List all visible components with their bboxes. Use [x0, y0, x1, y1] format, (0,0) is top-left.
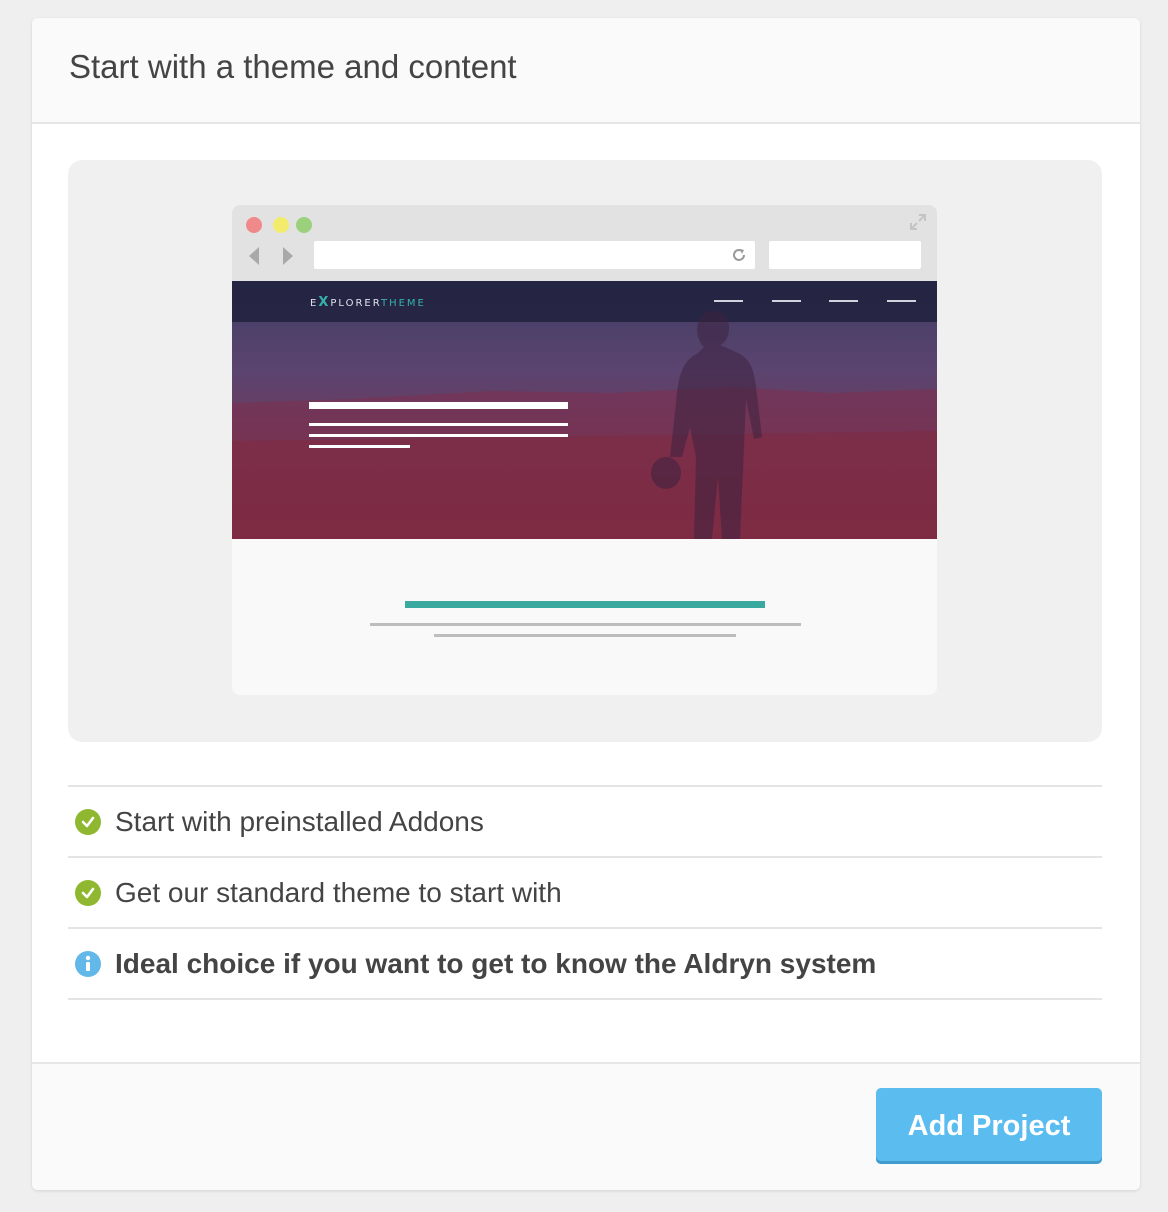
- feature-item: Start with preinstalled Addons: [68, 787, 1102, 858]
- content-text-line: [370, 623, 801, 626]
- browser-mockup: EXPLORERTHEME: [232, 205, 937, 695]
- hero-text-line: [309, 423, 568, 426]
- card-header: Start with a theme and content: [32, 18, 1140, 124]
- forward-arrow-icon: [283, 247, 293, 265]
- theme-card: Start with a theme and content EXPLORERT…: [32, 18, 1140, 1190]
- feature-item: Get our standard theme to start with: [68, 858, 1102, 929]
- site-nav: EXPLORERTHEME: [232, 281, 937, 322]
- url-bar: [314, 241, 755, 269]
- minimize-dot-icon: [273, 217, 289, 233]
- site-content: [232, 539, 937, 695]
- feature-text: Get our standard theme to start with: [115, 876, 562, 908]
- site-nav-item: [887, 300, 916, 302]
- browser-chrome: [232, 205, 937, 281]
- back-arrow-icon: [249, 247, 259, 265]
- close-dot-icon: [246, 217, 262, 233]
- card-body: EXPLORERTHEME Start with preinstalled Ad…: [32, 124, 1140, 1062]
- refresh-icon: [733, 249, 745, 261]
- add-project-button[interactable]: Add Project: [876, 1088, 1102, 1164]
- content-text-line: [434, 634, 736, 637]
- site-nav-item: [714, 300, 743, 302]
- hero-text-line: [309, 445, 410, 448]
- site-logo: EXPLORERTHEME: [310, 295, 426, 310]
- feature-text: Start with preinstalled Addons: [115, 805, 484, 837]
- browser-search-box: [769, 241, 921, 269]
- site-nav-item: [772, 300, 801, 302]
- theme-preview: EXPLORERTHEME: [68, 160, 1102, 742]
- site-nav-item: [829, 300, 858, 302]
- card-footer: Add Project: [32, 1062, 1140, 1190]
- site-hero: EXPLORERTHEME: [232, 281, 937, 539]
- info-circle-icon: [75, 950, 101, 977]
- feature-item: Ideal choice if you want to get to know …: [68, 929, 1102, 1000]
- card-title: Start with a theme and content: [69, 48, 517, 85]
- check-circle-icon: [75, 879, 101, 906]
- hero-text-line: [309, 434, 568, 437]
- maximize-dot-icon: [296, 217, 312, 233]
- hiker-silhouette: [651, 310, 762, 539]
- hero-heading-line: [309, 402, 568, 409]
- expand-icon: [910, 214, 926, 230]
- feature-list: Start with preinstalled Addons Get our s…: [68, 785, 1102, 1000]
- feature-text: Ideal choice if you want to get to know …: [115, 947, 877, 979]
- content-heading-line: [405, 601, 765, 608]
- check-circle-icon: [75, 808, 101, 835]
